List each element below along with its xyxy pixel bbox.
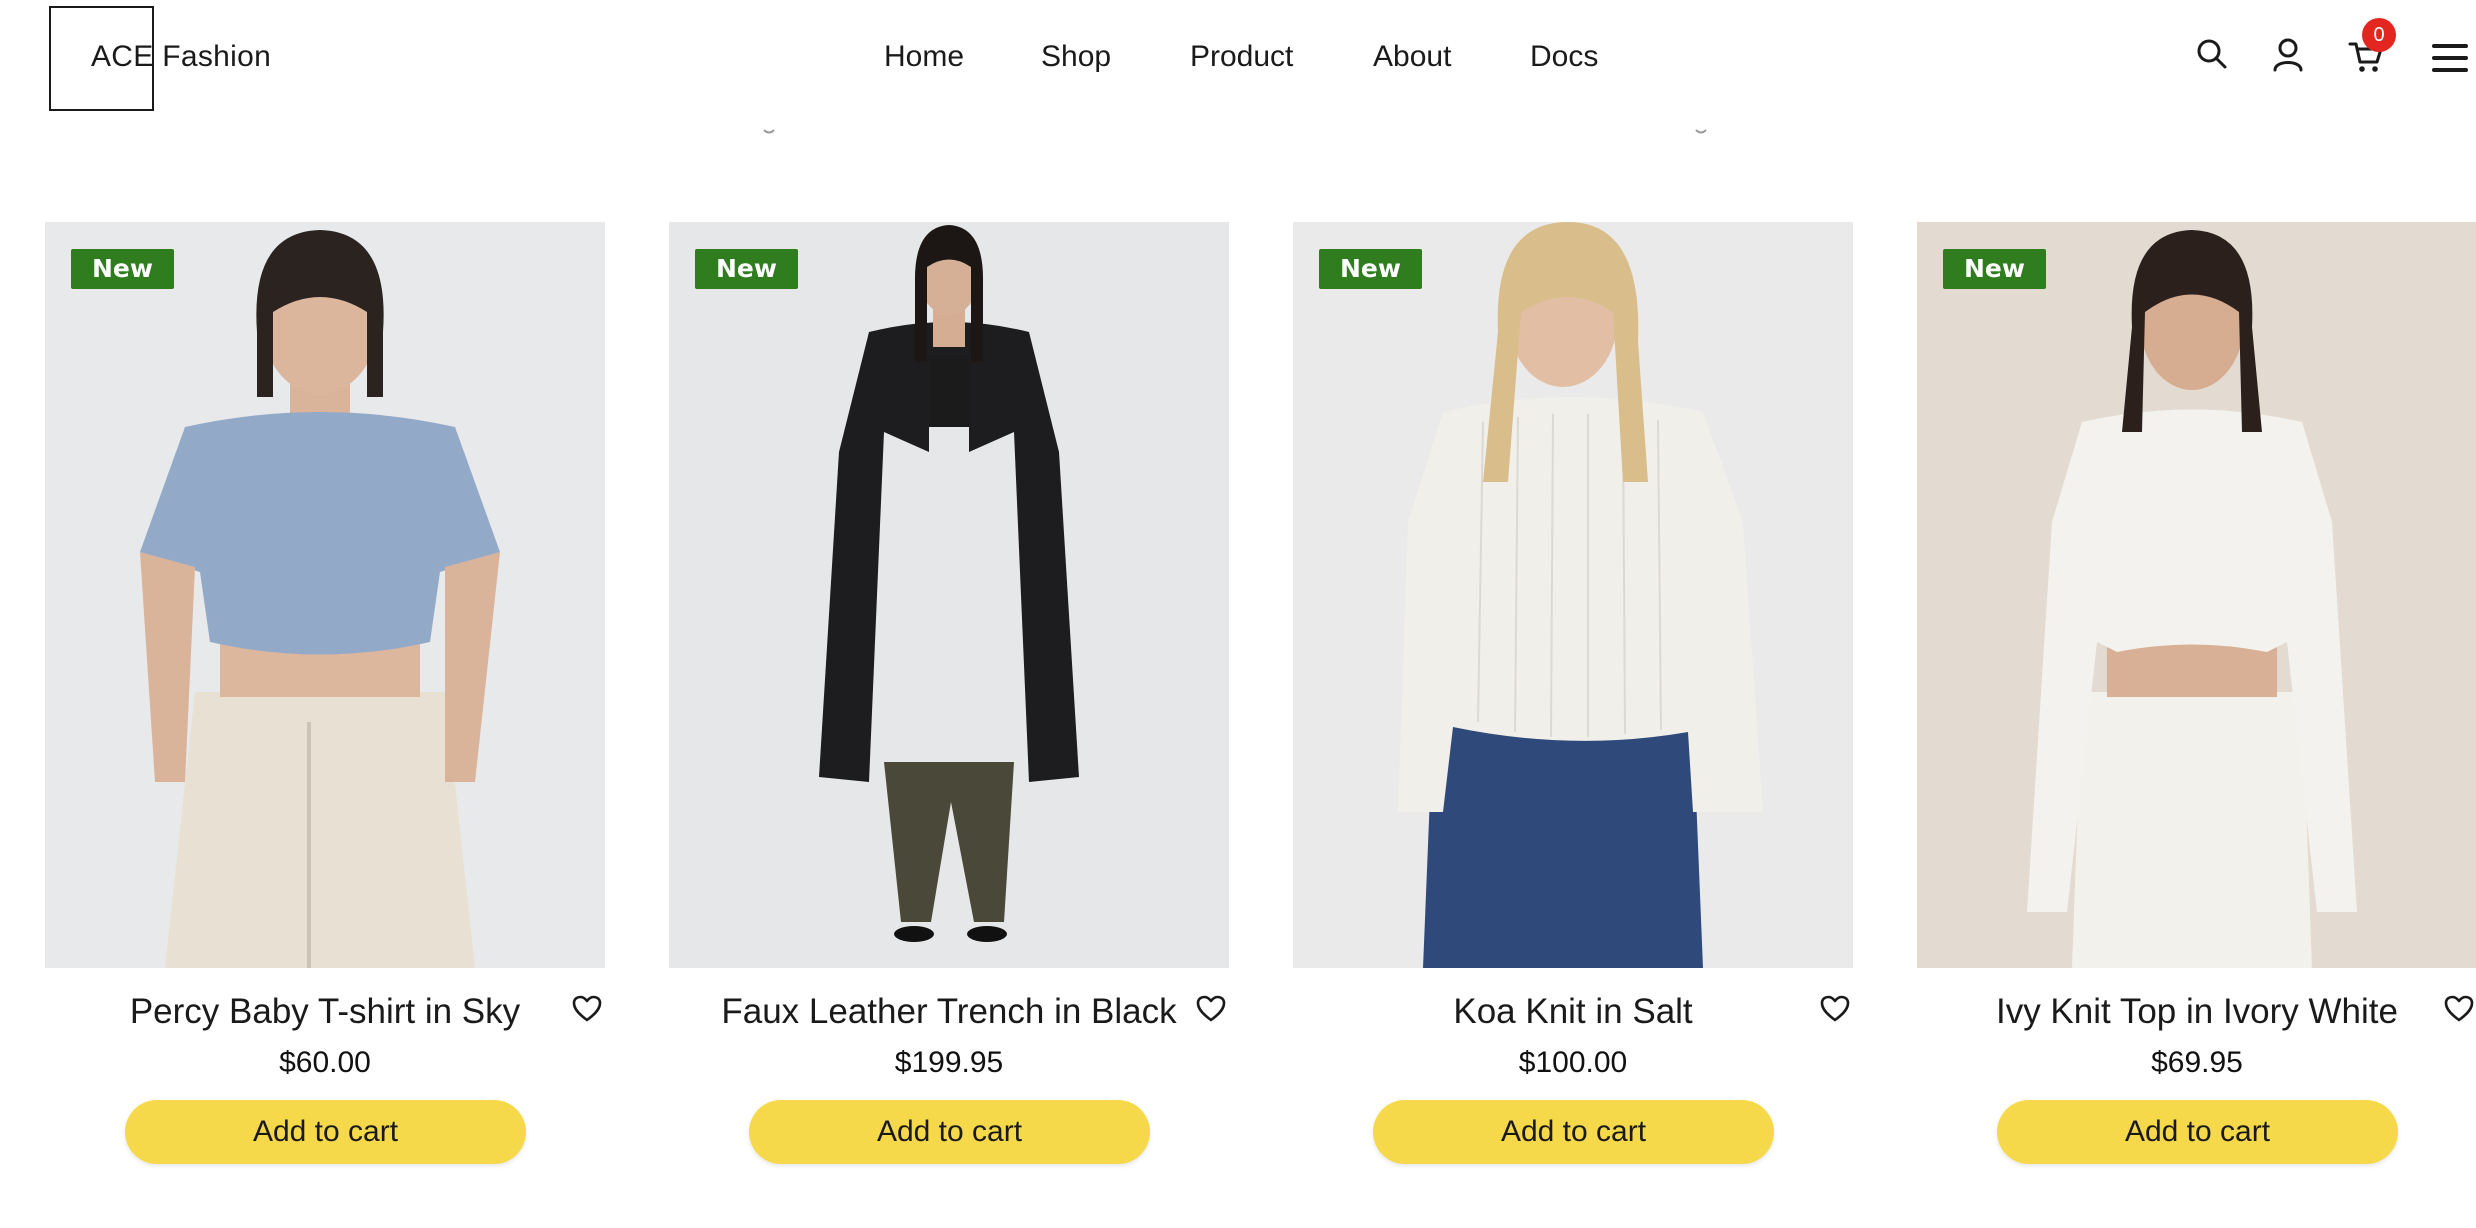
new-badge: New <box>1943 249 2046 289</box>
add-to-cart-button[interactable]: Add to cart <box>749 1100 1150 1164</box>
nav-home[interactable]: Home <box>884 40 964 74</box>
product-card: New Faux Leather Trench in Black $199.95… <box>669 222 1229 1182</box>
product-grid: New Percy Baby T-shirt in Sky $60.00 Add… <box>0 222 2476 1182</box>
user-icon[interactable] <box>2272 38 2304 72</box>
nav-about[interactable]: About <box>1373 40 1451 74</box>
product-price: $69.95 <box>2151 1046 2243 1079</box>
add-to-cart-button[interactable]: Add to cart <box>1373 1100 1774 1164</box>
nav-shop[interactable]: Shop <box>1041 40 1111 74</box>
product-image[interactable]: New <box>45 222 605 968</box>
search-icon[interactable] <box>2196 38 2228 70</box>
product-price: $199.95 <box>894 1046 1004 1079</box>
product-price: $60.00 <box>279 1046 371 1079</box>
add-to-cart-button[interactable]: Add to cart <box>125 1100 526 1164</box>
nav-product[interactable]: Product <box>1190 40 1293 74</box>
product-name[interactable]: Percy Baby T-shirt in Sky <box>45 992 605 1032</box>
product-name[interactable]: Koa Knit in Salt <box>1293 992 1853 1032</box>
heart-icon[interactable] <box>1820 995 1854 1029</box>
product-name[interactable]: Ivy Knit Top in Ivory White <box>1917 992 2476 1032</box>
hamburger-menu-icon[interactable] <box>2432 43 2468 73</box>
heart-icon[interactable] <box>572 995 606 1029</box>
product-card: New Ivy Knit Top in Ivory White $69.95 A… <box>1917 222 2476 1182</box>
carousel-indicator-mark <box>763 129 775 134</box>
product-card: New Percy Baby T-shirt in Sky $60.00 Add… <box>45 222 605 1182</box>
new-badge: New <box>71 249 174 289</box>
site-header: ACE Fashion Home Shop Product About Docs… <box>0 0 2476 120</box>
product-image[interactable]: New <box>1917 222 2476 968</box>
product-image[interactable]: New <box>669 222 1229 968</box>
new-badge: New <box>695 249 798 289</box>
carousel-indicator-mark <box>1695 129 1707 134</box>
add-to-cart-button[interactable]: Add to cart <box>1997 1100 2398 1164</box>
nav-docs[interactable]: Docs <box>1530 40 1598 74</box>
product-price: $100.00 <box>1518 1046 1628 1079</box>
heart-icon[interactable] <box>1196 995 1230 1029</box>
new-badge: New <box>1319 249 1422 289</box>
main-nav: Home Shop Product About Docs <box>0 40 2476 80</box>
product-name[interactable]: Faux Leather Trench in Black <box>669 992 1229 1032</box>
product-image[interactable]: New <box>1293 222 1853 968</box>
product-card: New Koa Knit in Salt $100.00 Add to cart <box>1293 222 1853 1182</box>
cart-count-badge: 0 <box>2362 18 2396 52</box>
heart-icon[interactable] <box>2444 995 2476 1029</box>
